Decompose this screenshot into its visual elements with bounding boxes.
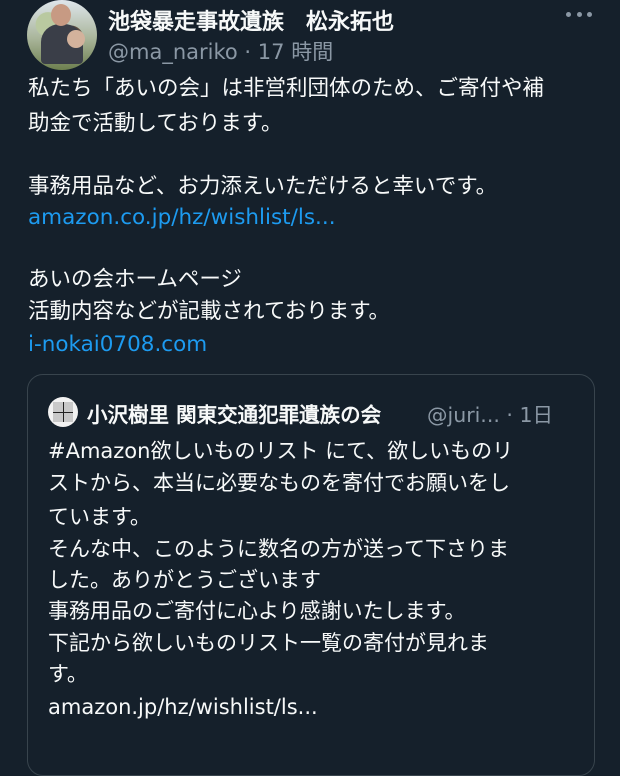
author-avatar[interactable] bbox=[27, 0, 97, 70]
tweet-text-line-5: 活動内容などが記載されております。 bbox=[28, 299, 391, 324]
quote-text-line-7: 下記から欲しいものリスト一覧の寄付が見れま bbox=[48, 631, 489, 655]
quote-author-name: 小沢樹里 関東交通犯罪遺族の会 bbox=[87, 403, 382, 427]
quote-text-line-4: そんな中、このように数名の方が送って下さりま bbox=[48, 537, 509, 561]
quote-text-line-1: #Amazon欲しいものリスト にて、欲しいものリ bbox=[48, 439, 514, 463]
quote-author-avatar bbox=[48, 397, 78, 427]
quote-text-line-2: ストから、本当に必要なものを寄付でお願いをし bbox=[48, 471, 510, 495]
wishlist-link[interactable]: amazon.co.jp/hz/wishlist/ls... bbox=[28, 202, 336, 234]
quote-handle: @juri... bbox=[427, 403, 500, 427]
quote-text-line-5: した。ありがとうございます bbox=[48, 568, 321, 592]
tweet-text-line-3: 事務用品など、お力添えいただけると幸いです。 bbox=[28, 174, 498, 199]
separator-dot: · bbox=[506, 403, 513, 427]
homepage-link[interactable]: i-nokai0708.com bbox=[28, 329, 207, 361]
quote-text-line-6: 事務用品のご寄付に心より感謝いたします。 bbox=[48, 599, 466, 623]
tweet-text-line-4: あいの会ホームページ bbox=[28, 267, 242, 292]
author-handle[interactable]: @ma_nariko bbox=[108, 40, 238, 64]
tweet-text-line-2: 助金で活動しております。 bbox=[28, 111, 283, 136]
author-handle-line: @ma_nariko · 17 時間 bbox=[108, 36, 333, 66]
quote-handle-line: @juri... · 1日 bbox=[427, 398, 553, 428]
quote-time: 1日 bbox=[519, 403, 554, 427]
more-horizontal-icon[interactable] bbox=[566, 7, 592, 21]
tweet-text-line-1: 私たち「あいの会」は非営利団体のため、ご寄付や補 bbox=[28, 76, 545, 101]
author-name[interactable]: 池袋暴走事故遺族 松永拓也 bbox=[108, 4, 394, 36]
quote-link: amazon.jp/hz/wishlist/ls... bbox=[48, 695, 318, 719]
quote-text-line-8: す。 bbox=[48, 662, 88, 686]
avatar-face bbox=[51, 4, 71, 26]
avatar-child bbox=[67, 30, 85, 48]
quote-text-line-3: ています。 bbox=[48, 505, 151, 529]
separator-dot: · bbox=[244, 40, 252, 64]
tweet-time[interactable]: 17 時間 bbox=[258, 40, 333, 64]
